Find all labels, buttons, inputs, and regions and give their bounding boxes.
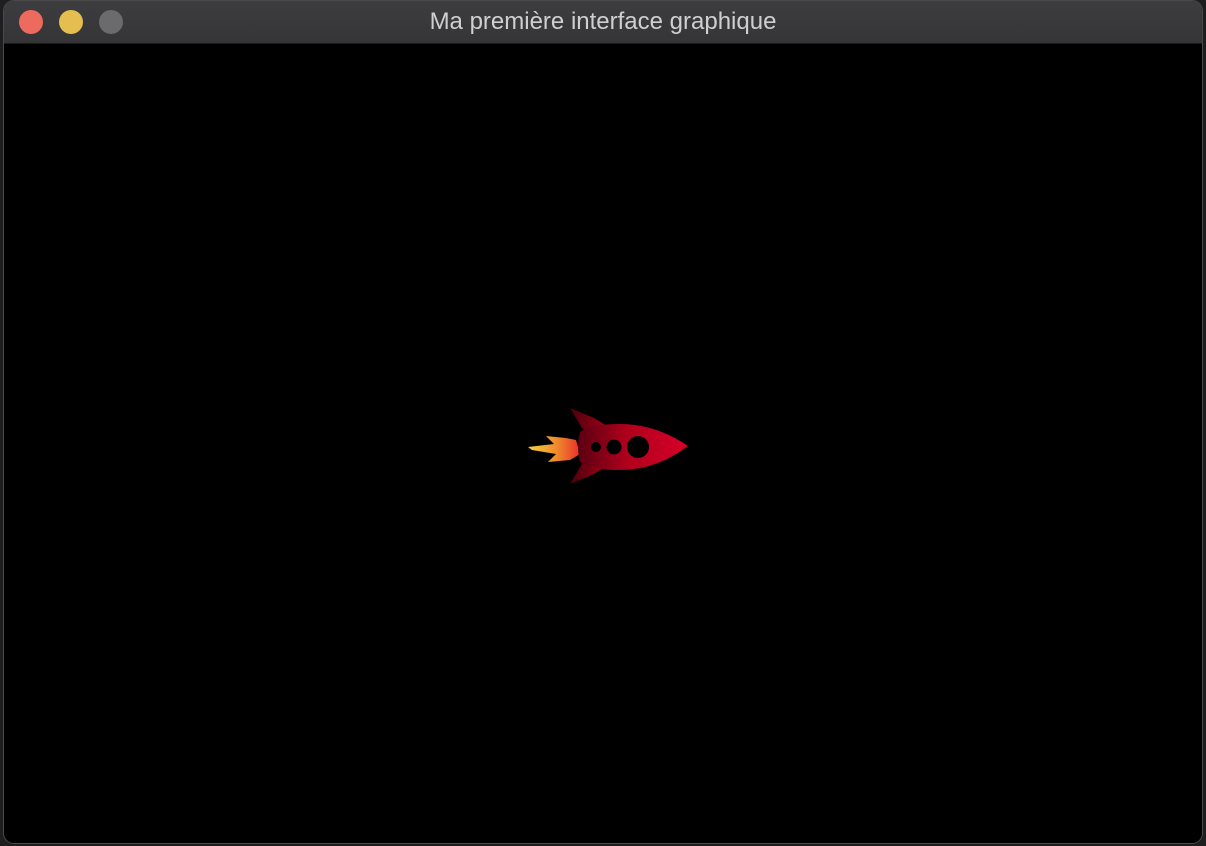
rocket-icon: [528, 408, 688, 484]
app-window: Ma première interface graphique: [4, 1, 1202, 843]
flame-icon: [528, 436, 580, 462]
window-title: Ma première interface graphique: [429, 8, 777, 35]
title-bar[interactable]: Ma première interface graphique: [4, 1, 1202, 44]
game-canvas[interactable]: [4, 44, 1202, 843]
